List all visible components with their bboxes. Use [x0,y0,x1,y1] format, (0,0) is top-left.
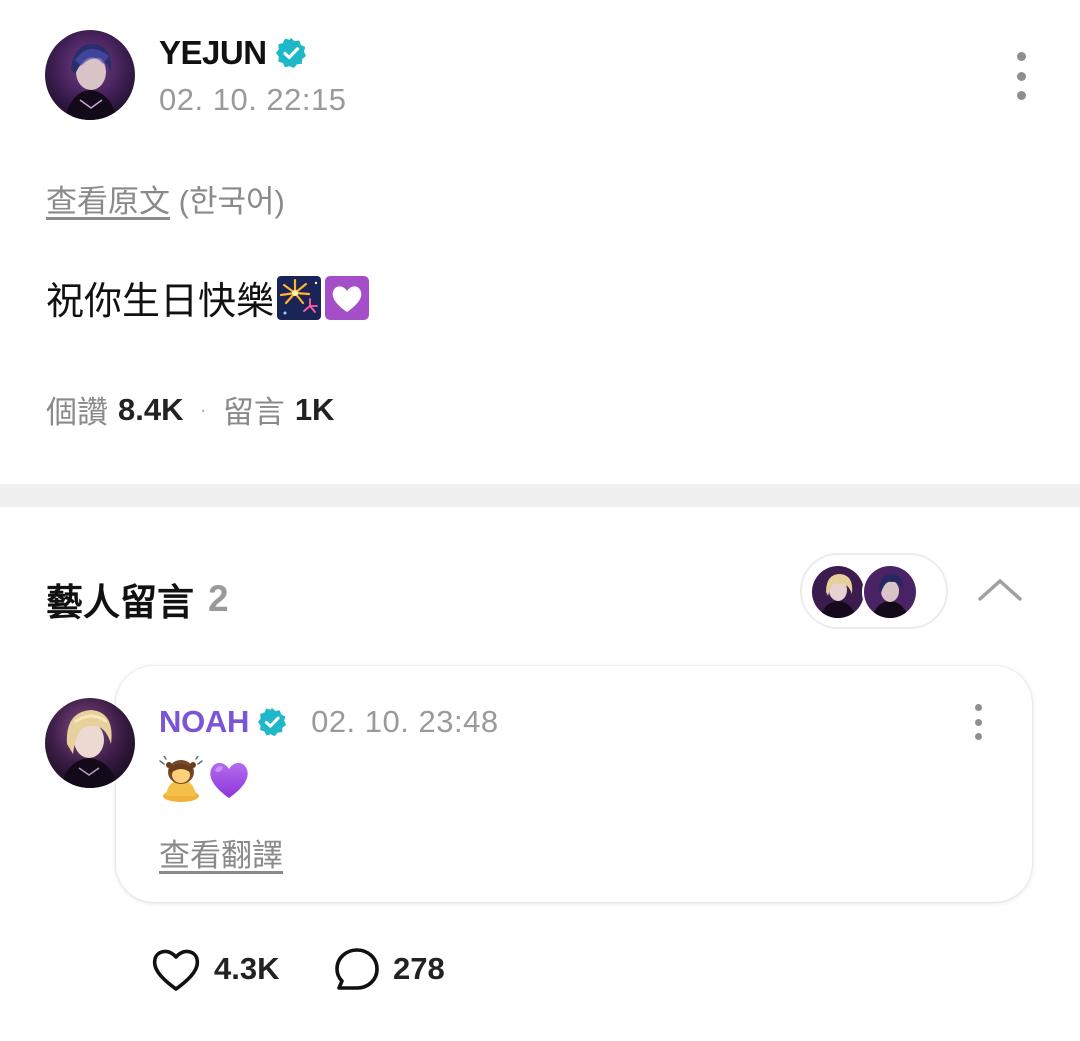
artist-avatar-stack[interactable] [800,553,948,629]
view-translation-link[interactable]: 查看翻譯 [159,830,283,875]
stats-separator: · [199,396,207,422]
comment-body [158,755,252,802]
comments-count[interactable]: 1K [295,392,335,428]
author-avatar[interactable] [45,30,135,120]
white-heart-emoji [324,275,370,321]
like-button[interactable]: 4.3K [150,944,279,994]
comment-more-options-icon[interactable] [963,704,993,740]
commenter-avatar[interactable] [45,698,135,788]
comment-reply-count: 278 [393,951,445,986]
original-language-label: (한국어) [178,184,285,219]
section-divider [0,484,1080,507]
post-body: 祝你生日快樂 [46,270,370,325]
reply-button[interactable]: 278 [333,944,445,994]
heart-icon [150,945,202,993]
likes-label: 個讚 [46,395,108,430]
comment-bubble-icon [333,945,381,993]
view-original-row: 查看原文 (한국어) [46,176,285,221]
artist-comments-title: 藝人留言 [46,582,194,623]
artist-comments-count: 2 [208,578,229,619]
verified-badge-icon [275,37,307,69]
comment-like-count: 4.3K [214,951,280,986]
post-detail-screen: YEJUN 02. 10. 22:15 查看原文 (한국어) 祝你生日快樂 個讚… [0,0,1080,1041]
author-row: YEJUN [159,33,307,73]
view-original-link[interactable]: 查看原文 [46,184,170,219]
artist-avatar-noah [810,564,866,620]
verified-badge-icon [257,707,287,737]
post-timestamp: 02. 10. 22:15 [159,82,347,117]
post-stats: 個讚 8.4K · 留言 1K [46,387,334,432]
comment-author-row: NOAH 02. 10. 23:48 [159,702,499,742]
comments-label: 留言 [222,395,285,430]
comment-timestamp: 02. 10. 23:48 [311,704,499,739]
more-options-icon[interactable] [1005,52,1037,100]
artist-avatar-yejun [862,564,918,620]
fireworks-emoji [276,275,322,321]
author-name[interactable]: YEJUN [159,34,267,72]
likes-count[interactable]: 8.4K [118,392,183,428]
post-body-text: 祝你生日快樂 [46,281,275,323]
commenter-name[interactable]: NOAH [159,704,249,740]
purple-heart-emoji [206,756,252,802]
artist-comments-header: 藝人留言 2 [46,572,229,626]
chevron-up-icon[interactable] [975,570,1025,610]
girl-bowing-emoji [158,755,204,802]
